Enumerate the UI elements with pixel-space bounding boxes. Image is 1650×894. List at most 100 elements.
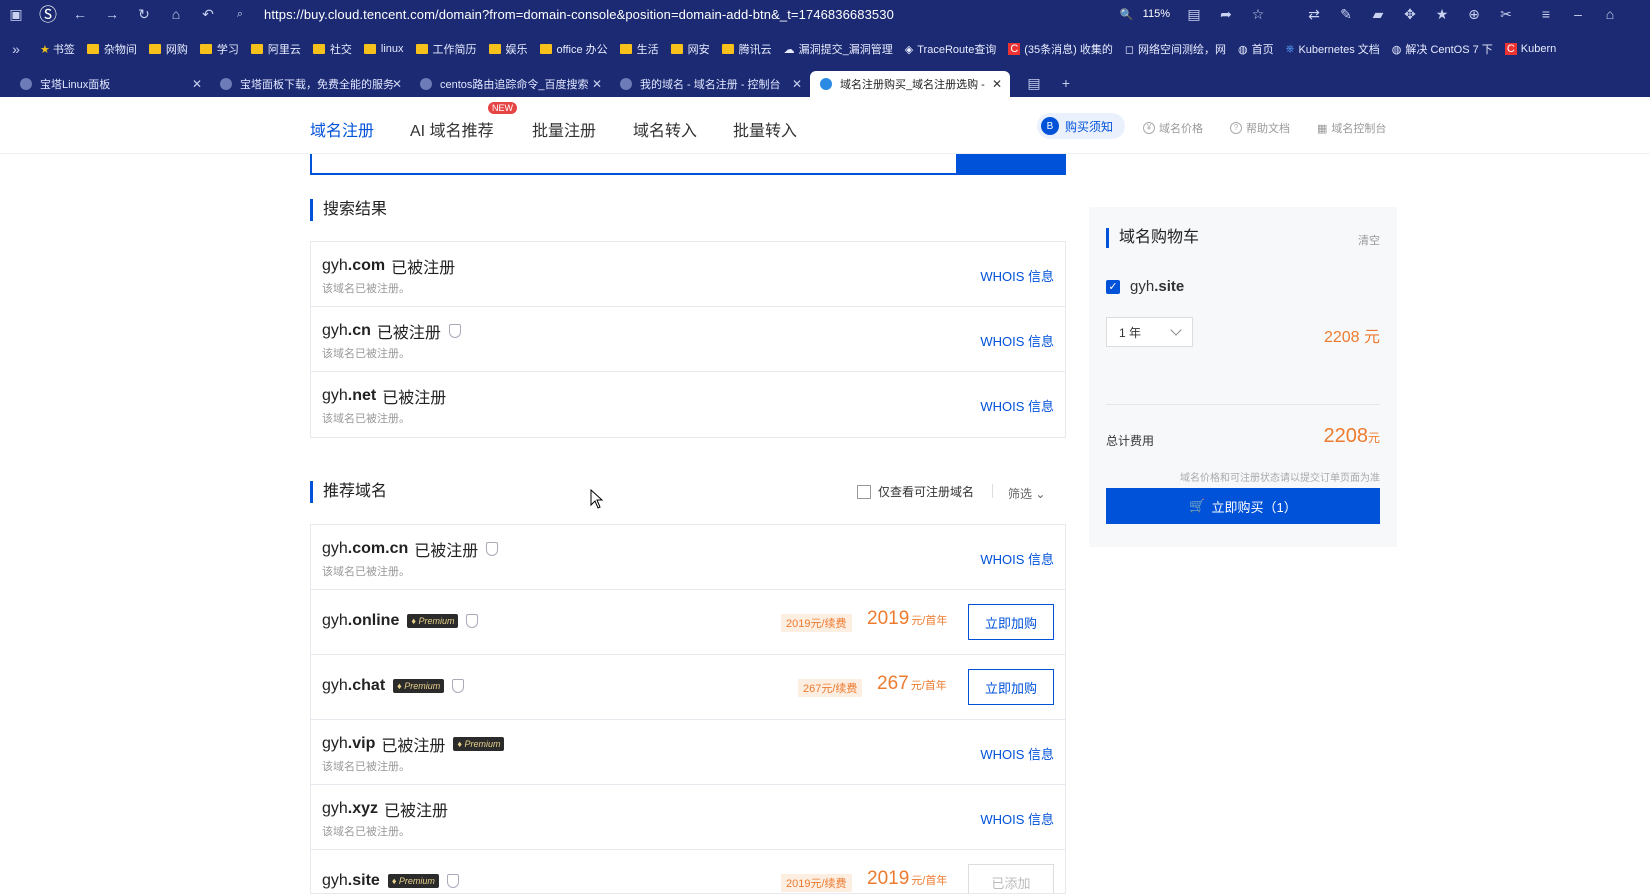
year-select[interactable]: 1 年	[1106, 317, 1193, 347]
folder-icon[interactable]: ▰	[1368, 4, 1388, 24]
whois-link[interactable]: WHOIS 信息	[980, 549, 1054, 568]
bookmark-folder[interactable]: 娱乐	[488, 41, 528, 57]
close-tab-icon[interactable]: ✕	[192, 77, 202, 91]
forward-icon[interactable]: →	[102, 4, 122, 24]
download-icon[interactable]: ⊕	[1464, 4, 1484, 24]
star-icon[interactable]: ★	[1432, 4, 1452, 24]
close-tab-icon[interactable]: ✕	[392, 77, 402, 91]
favorite-icon[interactable]: ☆	[1248, 4, 1268, 24]
close-tab-icon[interactable]: ✕	[992, 77, 1002, 91]
bookmark-item[interactable]: ★ 书签	[40, 41, 75, 57]
whois-link[interactable]: WHOIS 信息	[980, 809, 1054, 828]
bookmark-folder[interactable]: 学习	[199, 41, 239, 57]
clear-cart-link[interactable]: 清空	[1358, 232, 1380, 248]
recommend-title: 推荐域名	[310, 481, 387, 503]
zoom-level[interactable]: 115%	[1143, 8, 1170, 20]
bookmark-item[interactable]: ☁ 漏洞提交_漏洞管理	[784, 41, 893, 57]
purchase-notice-button[interactable]: B 购买须知	[1037, 113, 1126, 139]
undo-icon[interactable]: ↶	[198, 4, 218, 24]
bookmark-folder[interactable]: 网安	[670, 41, 710, 57]
tab[interactable]: 宝塔面板下载，免费全能的服务 ✕	[210, 71, 410, 97]
new-tab-icon[interactable]: +	[1056, 73, 1076, 93]
premium-badge: ♦ Premium	[387, 874, 439, 888]
console-link[interactable]: ▦ 域名控制台	[1317, 120, 1386, 136]
translate-icon[interactable]: ⇄	[1304, 4, 1324, 24]
share-icon[interactable]: ➦	[1216, 4, 1236, 24]
whois-link[interactable]: WHOIS 信息	[980, 396, 1054, 415]
renew-price: 267元/续费	[798, 679, 863, 697]
reload-icon[interactable]: ↻	[134, 4, 154, 24]
address-bar[interactable]: https://buy.cloud.tencent.com/domain?fro…	[264, 7, 894, 22]
bookmark-folder[interactable]: linux	[363, 43, 404, 55]
bookmark-item[interactable]: C Kubern	[1504, 43, 1556, 55]
bookmark-folder[interactable]: office 办公	[539, 41, 608, 57]
bookmark-folder[interactable]: 杂物间	[86, 41, 137, 57]
home-icon[interactable]: ⌂	[166, 4, 186, 24]
bookmark-folder[interactable]: 阿里云	[250, 41, 301, 57]
whois-link[interactable]: WHOIS 信息	[980, 266, 1054, 285]
only-available-checkbox[interactable]: 仅查看可注册域名	[857, 483, 974, 500]
bookmark-item[interactable]: C (35条消息) 收集的	[1008, 41, 1113, 57]
cart-item[interactable]: ✓ gyh .site	[1106, 278, 1184, 295]
tab[interactable]: centos路由追踪命令_百度搜索 ✕	[410, 71, 610, 97]
search-results-list: gyh .com 已被注册 该域名已被注册。 WHOIS 信息 gyh .cn 已被注册…	[310, 241, 1066, 438]
add-to-cart-button[interactable]: 立即加购	[968, 604, 1054, 640]
bookmark-folder[interactable]: 生活	[619, 41, 659, 57]
help-link[interactable]: ? 帮助文档	[1230, 120, 1290, 136]
bookmark-item[interactable]: ◈ TraceRoute查询	[905, 41, 997, 57]
domain-search-input[interactable]	[310, 154, 958, 175]
nav-batch-register[interactable]: 批量注册	[532, 117, 596, 141]
nav-batch-transfer[interactable]: 批量转入	[733, 117, 797, 141]
search-button[interactable]	[958, 154, 1066, 175]
list-item: gyh .site ♦ Premium 2019元/续费 2019 元/首年 已添加	[311, 850, 1065, 893]
check-icon[interactable]: ✓	[1106, 279, 1120, 294]
first-year-price: 267 元/首年	[877, 673, 947, 694]
extension-icon[interactable]: ✎	[1336, 4, 1356, 24]
bookmark-item[interactable]: ◍ 首页	[1238, 41, 1274, 57]
close-tab-icon[interactable]: ✕	[592, 77, 602, 91]
bookmark-folder[interactable]: 工作简历	[415, 41, 477, 57]
bookmark-item[interactable]: ◍ 解决 CentOS 7 下	[1392, 41, 1493, 57]
reader-icon[interactable]: ▤	[1184, 4, 1204, 24]
cloud-icon: ☁	[783, 43, 795, 56]
shirt-icon[interactable]: ⌂	[1600, 4, 1620, 24]
added-button[interactable]: 已添加	[968, 864, 1054, 893]
bookmark-folder[interactable]: 腾讯云	[721, 41, 772, 57]
list-item: gyh .net 已被注册 该域名已被注册。 WHOIS 信息	[311, 372, 1065, 437]
buy-now-button[interactable]: 🛒 立即购买（1）	[1106, 488, 1380, 524]
domain-status-note: 该域名已被注册。	[322, 348, 410, 360]
back-icon[interactable]: ←	[70, 4, 90, 24]
whois-link[interactable]: WHOIS 信息	[980, 331, 1054, 350]
search-results-title: 搜索结果	[310, 199, 387, 221]
nav-domain-transfer[interactable]: 域名转入	[633, 117, 697, 141]
tools-icon[interactable]: ✂	[1496, 4, 1516, 24]
add-to-cart-button[interactable]: 立即加购	[968, 669, 1054, 705]
bookmark-folder[interactable]: 网购	[148, 41, 188, 57]
close-tab-icon[interactable]: ✕	[792, 77, 802, 91]
bookmarks-expand-icon[interactable]: »	[6, 39, 26, 59]
tab[interactable]: 宝塔Linux面板 ✕	[10, 71, 210, 97]
minimize-icon[interactable]: –	[1568, 4, 1588, 24]
price-link[interactable]: ¥ 域名价格	[1143, 120, 1203, 136]
whois-link[interactable]: WHOIS 信息	[980, 744, 1054, 763]
puzzle-icon[interactable]: ✥	[1400, 4, 1420, 24]
bookmark-item[interactable]: ⎈ Kubernetes 文档	[1286, 41, 1380, 57]
menu-icon[interactable]: ≡	[1536, 4, 1556, 24]
zoom-icon[interactable]: 🔍	[1117, 4, 1137, 24]
tab-active[interactable]: 域名注册购买_域名注册选购 - ✕	[810, 71, 1010, 97]
domain-status-note: 该域名已被注册。	[322, 826, 410, 838]
shield-icon	[452, 679, 465, 693]
nav-ai-recommend[interactable]: AI 域名推荐	[410, 117, 494, 141]
domain-name: gyh .site ♦ Premium	[322, 872, 459, 890]
tab[interactable]: 我的域名 - 域名注册 - 控制台 ✕	[610, 71, 810, 97]
bookmark-folder[interactable]: 社交	[312, 41, 352, 57]
app-menu-icon[interactable]: ▣	[6, 4, 26, 24]
list-item: gyh .vip 已被注册 ♦ Premium 该域名已被注册。 WHOIS 信息	[311, 720, 1065, 785]
tab-list-icon[interactable]: ▤	[1024, 73, 1044, 93]
filter-dropdown[interactable]: 筛选 ⌄	[1008, 485, 1045, 502]
folder-icon	[148, 44, 161, 54]
list-item: gyh .online ♦ Premium 2019元/续费 2019 元/首年 立即…	[311, 590, 1065, 655]
domain-name: gyh .cn 已被注册	[322, 319, 461, 343]
nav-domain-register[interactable]: 域名注册	[310, 117, 374, 141]
bookmark-item[interactable]: ◻ 网络空间测绘，网	[1125, 41, 1226, 57]
